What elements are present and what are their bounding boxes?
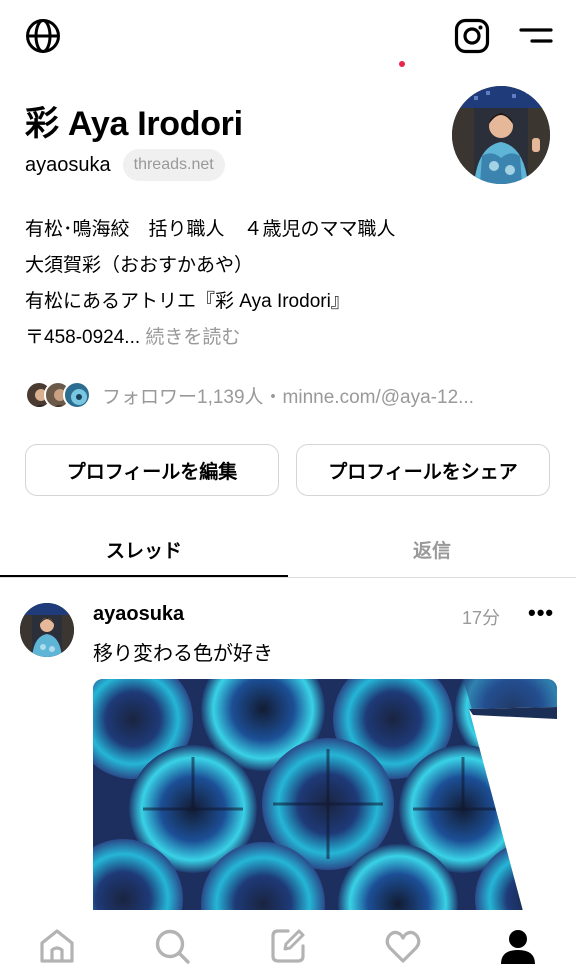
compose-icon[interactable] [268, 926, 308, 966]
followers-count-link[interactable]: フォロワー1,139人・minne.com/@aya-12... [102, 382, 474, 409]
share-profile-button[interactable]: プロフィールをシェア [296, 444, 550, 496]
bio-line: 有松にあるアトリエ『彩 Aya Irodori』 [25, 291, 350, 312]
bio-line: 大須賀彩（おおすかあや） [25, 255, 254, 276]
profile-username: ayaosuka [25, 153, 111, 176]
home-icon[interactable] [37, 926, 77, 966]
profile-icon[interactable] [498, 926, 538, 966]
post-username[interactable]: ayaosuka [93, 603, 184, 626]
post-image[interactable] [93, 679, 557, 911]
bottom-navigation [0, 910, 576, 980]
instagram-icon[interactable] [454, 18, 490, 54]
notification-dot [399, 61, 405, 67]
post-text: 移り変わる色が好き [93, 643, 273, 665]
bio-line: 〒458-0924... 続きを読む [25, 320, 396, 356]
tabs-divider [0, 577, 576, 578]
menu-icon[interactable] [518, 22, 554, 50]
tab-replies[interactable]: 返信 [288, 520, 576, 578]
edit-profile-button[interactable]: プロフィールを編集 [25, 444, 279, 496]
profile-avatar[interactable] [452, 86, 550, 184]
profile-display-name: 彩 Aya Irodori [25, 105, 243, 143]
profile-bio: 有松･鳴海絞 括り職人 ４歳児のママ職人 大須賀彩（おおすかあや） 有松にあるア… [25, 212, 396, 356]
post-timestamp: 17分 [462, 608, 501, 628]
read-more-link[interactable]: 続きを読む [145, 327, 240, 348]
search-icon[interactable] [152, 926, 192, 966]
threads-domain-badge[interactable]: threads.net [122, 149, 225, 181]
heart-icon[interactable] [383, 926, 423, 966]
top-bar [0, 0, 576, 72]
bio-line: 有松･鳴海絞 括り職人 ４歳児のママ職人 [25, 219, 396, 240]
profile-handle-row: ayaosuka threads.net [25, 146, 225, 184]
post-author-avatar[interactable] [20, 603, 74, 657]
tab-threads[interactable]: スレッド [0, 520, 288, 578]
bio-address: 〒458-0924... [25, 327, 141, 348]
profile-tabs: スレッド 返信 [0, 520, 576, 578]
followers-row[interactable]: フォロワー1,139人・minne.com/@aya-12... [25, 378, 474, 412]
globe-icon[interactable] [25, 18, 61, 54]
more-options-icon[interactable]: ••• [528, 600, 554, 626]
follower-avatar [63, 381, 91, 409]
